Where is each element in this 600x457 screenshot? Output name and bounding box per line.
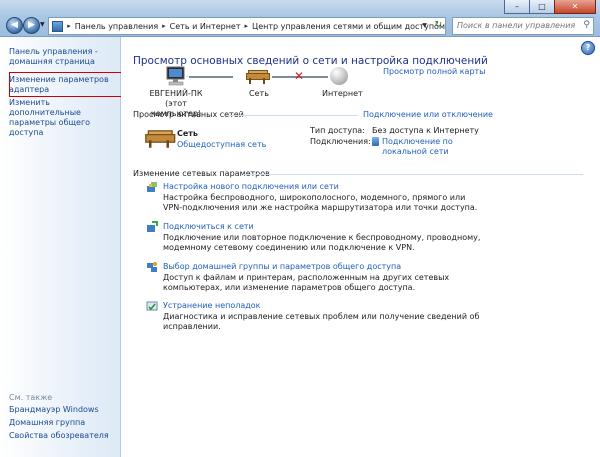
recent-pages-dropdown[interactable]: ▼ — [40, 21, 45, 28]
task-connect-desc: Подключение или повторное подключение к … — [163, 233, 481, 252]
connection-line — [189, 76, 233, 78]
active-network-name: Сеть — [177, 129, 198, 138]
sidebar-home-link[interactable]: Панель управления - домашняя страница — [9, 47, 117, 67]
task-connect-link[interactable]: Подключиться к сети — [163, 222, 254, 231]
control-panel-icon — [52, 20, 64, 32]
help-button[interactable]: ? — [581, 41, 595, 55]
highlight-box — [9, 72, 134, 97]
back-button[interactable]: ◀ — [6, 17, 23, 34]
search-icon[interactable]: ⚲ — [583, 20, 590, 30]
task-homegroup-desc: Доступ к файлам и принтерам, расположенн… — [163, 273, 450, 292]
access-type-value: Без доступа к Интернету — [372, 126, 479, 135]
computer-name: ЕВГЕНИЙ-ПК — [149, 89, 203, 98]
access-type-label: Тип доступа: — [310, 126, 365, 135]
full-map-link[interactable]: Просмотр полной карты — [383, 67, 486, 76]
see-also-heading: См. также — [9, 393, 53, 402]
network-label: Сеть — [249, 89, 269, 98]
internet-label: Интернет — [322, 89, 363, 98]
task-troubleshoot-link[interactable]: Устранение неполадок — [163, 301, 261, 310]
arrow-left-icon: ◀ — [11, 20, 18, 30]
breadcrumb-control-panel[interactable]: Панель управления — [75, 22, 158, 31]
task-troubleshoot-desc: Диагностика и исправление сетевых пробле… — [163, 312, 480, 331]
arrow-right-icon: ▶ — [28, 20, 35, 30]
see-also-firewall[interactable]: Брандмауэр Windows — [9, 405, 117, 415]
troubleshoot-icon — [146, 300, 158, 312]
see-also-internet-options[interactable]: Свойства обозревателя — [9, 431, 117, 441]
refresh-icon[interactable]: ↻ — [434, 20, 442, 30]
connect-disconnect-link[interactable]: Подключение или отключение — [363, 110, 493, 119]
chevron-right-icon[interactable]: ▸ — [162, 22, 166, 30]
breadcrumb-network-center[interactable]: Центр управления сетями и общим доступом — [252, 22, 445, 31]
divider — [243, 174, 583, 175]
network-adapter-icon — [372, 137, 379, 146]
task-homegroup-link[interactable]: Выбор домашней группы и параметров общег… — [163, 262, 401, 271]
maximize-button[interactable]: □ — [529, 0, 555, 14]
forward-button[interactable]: ▶ — [23, 17, 40, 34]
active-network-bench-icon — [145, 130, 176, 148]
window-controls: – □ ✕ — [504, 0, 596, 14]
new-connection-icon — [146, 181, 158, 193]
lan-connection-link[interactable]: Подключение по локальной сети — [382, 137, 457, 157]
homegroup-icon — [146, 261, 158, 273]
computer-icon — [164, 66, 188, 88]
connect-to-network-icon — [146, 221, 158, 233]
address-bar[interactable]: ▸ Панель управления ▸ Сеть и Интернет ▸ … — [48, 17, 446, 35]
sidebar-item-sharing-settings[interactable]: Изменить дополнительные параметры общего… — [9, 98, 117, 138]
minimize-button[interactable]: – — [504, 0, 530, 14]
task-new-connection-desc: Настройка беспроводного, широкополосного… — [163, 193, 478, 212]
search-input[interactable] — [453, 18, 575, 32]
task-new-connection-link[interactable]: Настройка нового подключения или сети — [163, 182, 339, 191]
network-bench-icon — [246, 70, 270, 84]
breadcrumb-network-internet[interactable]: Сеть и Интернет — [170, 22, 241, 31]
network-type-link[interactable]: Общедоступная сеть — [177, 140, 266, 149]
chevron-right-icon[interactable]: ▸ — [67, 22, 71, 30]
disconnected-x-icon: ✕ — [294, 69, 305, 83]
divider — [228, 115, 358, 116]
internet-globe-icon — [330, 67, 348, 85]
connector-dots: · — [186, 73, 189, 81]
address-dropdown-icon[interactable]: ▼ — [422, 22, 427, 29]
search-box[interactable]: ⚲ — [452, 17, 594, 35]
connections-label: Подключения: — [310, 137, 371, 146]
chevron-right-icon[interactable]: ▸ — [245, 22, 249, 30]
close-button[interactable]: ✕ — [554, 0, 596, 14]
see-also-homegroup[interactable]: Домашняя группа — [9, 418, 117, 428]
